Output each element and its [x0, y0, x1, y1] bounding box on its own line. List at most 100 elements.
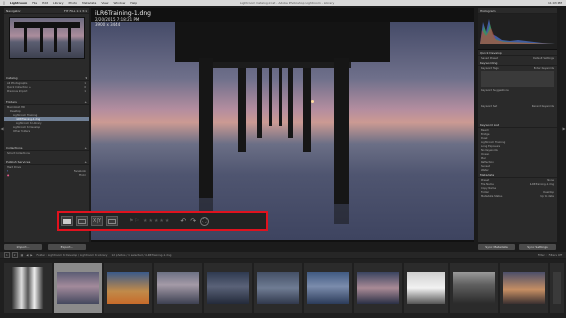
- export-button[interactable]: Export...: [48, 244, 86, 250]
- thumb-image: [257, 272, 299, 304]
- folder-item[interactable]: Other folders: [4, 129, 89, 133]
- filmstrip-thumb-selected[interactable]: [54, 263, 102, 313]
- quick-develop-title: Quick Develop: [480, 50, 502, 55]
- right-panel-toggle-icon[interactable]: ▶: [562, 124, 566, 132]
- filmstrip-thumb[interactable]: [204, 263, 252, 313]
- rotate-right-icon[interactable]: ↷: [190, 217, 196, 225]
- filmstrip-thumb[interactable]: [104, 263, 152, 313]
- pier-deck: [175, 22, 390, 62]
- histogram-title: Histogram: [480, 8, 496, 13]
- window-title: Lightroom Catalog.lrcat - Adobe Photosho…: [240, 1, 335, 5]
- plus-icon[interactable]: +: [84, 160, 87, 164]
- publish-title: Publish Services: [6, 159, 31, 164]
- pier-pile: [288, 68, 293, 138]
- menu-view[interactable]: View: [101, 1, 108, 5]
- filmstrip-thumb[interactable]: [404, 263, 448, 313]
- reject-flag-icon[interactable]: ⚐: [134, 218, 138, 224]
- keyword-tags-input[interactable]: [481, 71, 554, 87]
- triangle-down-icon: ▾: [85, 75, 87, 80]
- loupe-toolbar: X|Y ⚑ ⚐ ★ ★ ★ ★ ★ ↶ ↷ ⛶: [57, 211, 268, 231]
- filmstrip-count: 12 photos / 1 selected / iLR6Training-1.…: [111, 253, 172, 257]
- plus-icon[interactable]: +: [84, 146, 87, 150]
- forward-arrow-icon[interactable]: ▶: [30, 253, 32, 257]
- filmstrip-thumb[interactable]: [304, 263, 352, 313]
- back-arrow-icon[interactable]: ◀: [26, 253, 28, 257]
- navigator-header[interactable]: Navigator FIT FILL 1:1 3:1: [4, 8, 89, 14]
- menu-help[interactable]: Help: [130, 1, 137, 5]
- menu-edit[interactable]: Edit: [42, 1, 48, 5]
- histogram: [478, 14, 557, 50]
- menu-photo[interactable]: Photo: [69, 1, 78, 5]
- publish-item[interactable]: ● Flickr: [4, 173, 89, 177]
- menu-app-name[interactable]: Lightroom: [10, 1, 27, 5]
- pier-pile: [334, 58, 349, 204]
- rotate-left-icon[interactable]: ↶: [180, 217, 186, 225]
- main-photo[interactable]: [91, 22, 474, 240]
- page-2-button[interactable]: 2: [11, 252, 18, 258]
- survey-view-icon: [108, 218, 116, 224]
- rating-star-icon[interactable]: ★: [154, 218, 158, 224]
- filmstrip-thumb[interactable]: [450, 263, 498, 313]
- import-button[interactable]: Import...: [4, 244, 42, 250]
- rating-star-icon[interactable]: ★: [159, 218, 163, 224]
- pick-flag-icon[interactable]: ⚑: [129, 218, 133, 224]
- filmstrip-thumb[interactable]: [550, 263, 564, 313]
- filmstrip-bar: 1 2 ▦ ◀ ▶ Folder : Lightroom 6 Develop /…: [0, 252, 566, 258]
- filmstrip-thumb[interactable]: [354, 263, 402, 313]
- filmstrip-thumb[interactable]: [4, 263, 52, 313]
- histogram-graph: [480, 19, 555, 44]
- keyword-suggestions-area: [478, 92, 557, 104]
- crop-zoom-icon[interactable]: ⛶: [200, 216, 210, 226]
- collection-item[interactable]: Smart Collections: [4, 151, 89, 155]
- page-1-button[interactable]: 1: [4, 252, 10, 258]
- grid-view-icon: [63, 218, 71, 224]
- filmstrip-thumb[interactable]: [154, 263, 202, 313]
- menu-library[interactable]: Library: [53, 1, 64, 5]
- pier-pile: [279, 68, 282, 126]
- apple-icon[interactable]: : [3, 1, 5, 5]
- sync-metadata-button[interactable]: Sync Metadata: [478, 244, 515, 250]
- pier-pile: [257, 68, 262, 138]
- survey-view-button[interactable]: [106, 216, 118, 226]
- pier-pile: [199, 58, 213, 198]
- rating-star-icon[interactable]: ★: [143, 218, 147, 224]
- pier-pile: [303, 68, 311, 152]
- keyword-tags-row[interactable]: Keyword Tags Enter Keywords: [478, 66, 557, 70]
- menu-file[interactable]: File: [32, 1, 37, 5]
- menu-window[interactable]: Window: [113, 1, 125, 5]
- collections-title: Collections: [6, 145, 23, 150]
- metadata-field[interactable]: Metadata Status Up to date: [478, 194, 557, 198]
- plus-icon[interactable]: +: [84, 100, 87, 104]
- filmstrip: [0, 259, 566, 318]
- sync-settings-button[interactable]: Sync Settings: [519, 244, 556, 250]
- filmstrip-source[interactable]: Folder : Lightroom 6 Develop / Lightroom…: [37, 253, 108, 257]
- grid-icon[interactable]: ▦: [21, 253, 24, 257]
- left-panel-toggle-icon[interactable]: ◀: [0, 124, 4, 132]
- navigator-title: Navigator: [6, 8, 21, 13]
- navigator-zoom[interactable]: FIT FILL 1:1 3:1: [64, 9, 87, 13]
- filter-dropdown[interactable]: Filters Off: [549, 253, 562, 257]
- rating-star-icon[interactable]: ★: [165, 218, 169, 224]
- pier-pile: [238, 68, 246, 152]
- grid-view-button[interactable]: [61, 216, 73, 226]
- navigator-preview[interactable]: [8, 17, 85, 59]
- thumb-image: [107, 272, 149, 304]
- thumb-image: [57, 272, 99, 304]
- filmstrip-thumb[interactable]: [500, 263, 548, 313]
- preview-pier-post: [39, 28, 43, 52]
- keyword-set-area: [478, 108, 557, 122]
- loupe-view-button[interactable]: [76, 216, 88, 226]
- pile-reflection: [334, 204, 349, 224]
- menu-metadata[interactable]: Metadata: [82, 1, 96, 5]
- loupe-view[interactable]: iLR6Training-1.dng 2/20/2015 7:18:21 PM …: [91, 8, 474, 242]
- thumb-image: [357, 272, 399, 304]
- menubar-clock: 11:03 PM: [548, 1, 562, 5]
- keyword-list-title: Keyword List: [480, 122, 500, 127]
- catalog-item[interactable]: Previous Import 1: [4, 89, 89, 93]
- preview-pier-post: [53, 28, 57, 52]
- rating-star-icon[interactable]: ★: [148, 218, 152, 224]
- filmstrip-thumb[interactable]: [254, 263, 302, 313]
- compare-view-button[interactable]: X|Y: [91, 216, 103, 226]
- info-filename: iLR6Training-1.dng: [95, 10, 151, 17]
- thumb-image: [307, 272, 349, 304]
